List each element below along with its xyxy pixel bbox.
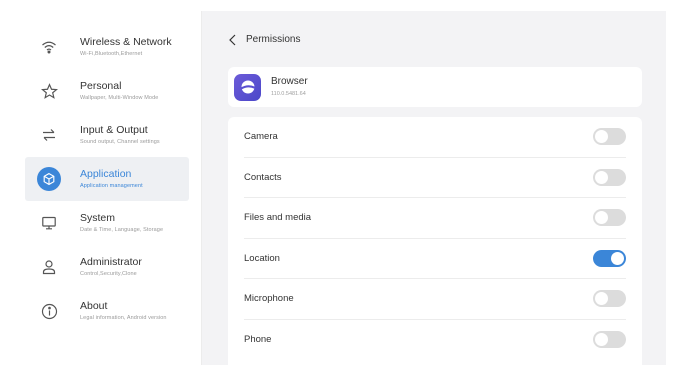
sidebar: Wireless & Network Wi-Fi,Bluetooth,Ether… [11,11,202,365]
permission-row-location[interactable]: Location [244,239,626,279]
permission-label: Files and media [244,212,312,224]
sidebar-item-title: Administrator [80,256,142,268]
monitor-icon [37,211,61,235]
contacts-toggle[interactable] [593,168,626,186]
browser-app-icon [234,73,261,101]
sidebar-item-system[interactable]: System Date & Time, Language, Storage [25,201,189,245]
permission-row-camera[interactable]: Camera [244,117,626,158]
settings-window: Wireless & Network Wi-Fi,Bluetooth,Ether… [11,11,666,365]
sidebar-item-title: System [80,212,116,224]
permission-label: Location [244,252,280,264]
permission-row-files-and-media[interactable]: Files and media [244,198,626,239]
sidebar-item-application[interactable]: Application Application management [25,157,189,201]
cube-icon [37,167,61,191]
permission-label: Contacts [244,171,282,183]
sidebar-item-title: About [80,300,108,312]
person-icon [37,255,61,279]
sidebar-item-subtitle: Control,Security,Clone [80,270,137,277]
header: Permissions [228,11,642,67]
main-panel: Permissions Browser 110.0.5481.64 Camera [202,11,666,365]
phone-toggle[interactable] [593,331,626,349]
permission-row-phone[interactable]: Phone [244,320,626,361]
sidebar-item-title: Application [80,168,132,180]
sidebar-item-input-output[interactable]: Input & Output Sound output, Channel set… [25,113,189,157]
chevron-left-icon [228,33,238,46]
permission-row-contacts[interactable]: Contacts [244,158,626,198]
info-icon [37,299,61,323]
permissions-list: Camera Contacts Files and media Location… [228,117,642,365]
microphone-toggle[interactable] [593,290,626,308]
app-info-card: Browser 110.0.5481.64 [228,67,642,107]
sidebar-item-wireless-network[interactable]: Wireless & Network Wi-Fi,Bluetooth,Ether… [25,25,189,69]
sidebar-item-subtitle: Date & Time, Language, Storage [80,226,164,233]
files-and-media-toggle[interactable] [593,209,626,227]
location-toggle[interactable] [593,249,626,267]
sidebar-item-subtitle: Sound output, Channel settings [80,138,160,145]
sidebar-item-subtitle: Wi-Fi,Bluetooth,Ethernet [80,50,143,57]
permission-row-microphone[interactable]: Microphone [244,279,626,320]
app-version: 110.0.5481.64 [271,90,306,97]
sidebar-item-title: Input & Output [80,124,148,136]
sidebar-item-about[interactable]: About Legal information, Android version [25,289,189,333]
sidebar-item-title: Personal [80,80,122,92]
sidebar-item-personal[interactable]: Personal Wallpaper, Multi-Window Mode [25,69,189,113]
permission-label: Microphone [244,293,294,305]
sidebar-item-title: Wireless & Network [80,36,172,48]
wifi-icon [37,35,61,59]
back-button[interactable]: Permissions [228,33,301,46]
permission-label: Phone [244,334,272,346]
app-name: Browser [271,75,308,87]
sidebar-item-subtitle: Legal information, Android version [80,314,167,321]
sidebar-item-subtitle: Application management [80,182,143,189]
sidebar-item-subtitle: Wallpaper, Multi-Window Mode [80,94,159,101]
star-icon [37,79,61,103]
permission-label: Camera [244,131,278,143]
page-title: Permissions [246,33,301,45]
sidebar-item-administrator[interactable]: Administrator Control,Security,Clone [25,245,189,289]
swap-arrows-icon [37,123,61,147]
camera-toggle[interactable] [593,128,626,146]
